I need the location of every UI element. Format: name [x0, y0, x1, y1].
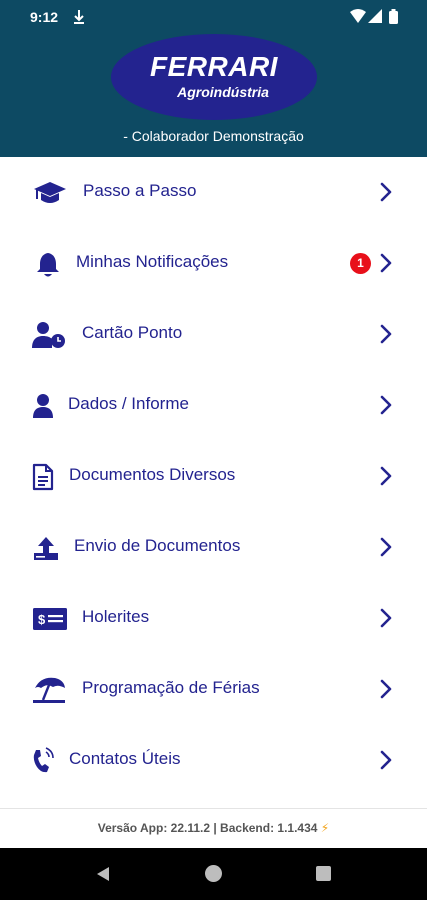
chevron-right-icon	[380, 324, 392, 344]
menu-label: Envio de Documentos	[74, 536, 241, 555]
menu-label: Passo a Passo	[83, 181, 197, 200]
logo-sub-text: Agroindústria	[177, 84, 269, 100]
chevron-right-icon	[380, 253, 392, 273]
chevron-right-icon	[380, 182, 392, 202]
app-header: 9:12 FERRARI Agroindústria - Colaborador…	[0, 0, 427, 157]
signal-icon	[368, 9, 382, 28]
footer-divider	[0, 808, 427, 809]
menu-label: Documentos Diversos	[69, 465, 236, 484]
menu-item-programacao-ferias[interactable]: Programação de Férias	[0, 654, 427, 725]
notification-badge: 1	[350, 253, 371, 274]
menu-label: Holerites	[82, 607, 150, 626]
chevron-right-icon	[380, 608, 392, 628]
user-clock-icon	[31, 317, 67, 353]
battery-icon	[389, 9, 398, 29]
phone-icon	[25, 743, 61, 779]
menu-item-cartao-ponto[interactable]: Cartão Ponto	[0, 299, 427, 370]
menu-item-dados-informe[interactable]: Dados / Informe	[0, 370, 427, 441]
version-info: Versão App: 22.11.2 | Backend: 1.1.434 ⚡	[0, 821, 427, 835]
menu-item-documentos-diversos[interactable]: Documentos Diversos	[0, 441, 427, 512]
graduation-cap-icon	[32, 175, 68, 211]
chevron-right-icon	[380, 679, 392, 699]
back-icon[interactable]	[96, 866, 110, 887]
menu-label: Minhas Notificações	[76, 252, 229, 271]
chevron-right-icon	[380, 395, 392, 415]
user-icon	[25, 388, 61, 424]
home-icon[interactable]	[205, 865, 222, 882]
menu-item-holerites[interactable]: $ Holerites	[0, 583, 427, 654]
bolt-icon: ⚡	[320, 821, 330, 835]
recents-icon[interactable]	[316, 866, 331, 881]
menu-item-contatos-uteis[interactable]: Contatos Úteis	[0, 725, 427, 796]
menu-label: Programação de Férias	[82, 678, 260, 697]
system-nav-bar	[0, 848, 427, 900]
money-check-icon: $	[32, 601, 68, 637]
chevron-right-icon	[380, 466, 392, 486]
company-logo: FERRARI Agroindústria	[111, 34, 317, 120]
menu-item-passo-a-passo[interactable]: Passo a Passo	[0, 157, 427, 228]
menu-label: Cartão Ponto	[82, 323, 183, 342]
logo-main-text: FERRARI	[150, 51, 278, 82]
document-icon	[25, 459, 61, 495]
download-icon	[72, 8, 86, 31]
chevron-right-icon	[380, 750, 392, 770]
menu-label: Contatos Úteis	[69, 749, 181, 768]
bell-icon	[30, 246, 66, 282]
version-text: Versão App: 22.11.2 | Backend: 1.1.434	[97, 821, 318, 835]
status-time: 9:12	[30, 9, 59, 25]
svg-text:$: $	[38, 612, 46, 627]
upload-icon	[28, 530, 64, 566]
status-bar: 9:12	[0, 0, 427, 34]
menu-label: Dados / Informe	[68, 394, 189, 413]
user-name: - Colaborador Demonstração	[123, 128, 304, 144]
menu-item-notificacoes[interactable]: Minhas Notificações 1	[0, 228, 427, 299]
beach-umbrella-icon	[31, 672, 67, 708]
chevron-right-icon	[380, 537, 392, 557]
menu-item-envio-documentos[interactable]: Envio de Documentos	[0, 512, 427, 583]
wifi-icon	[350, 9, 366, 28]
